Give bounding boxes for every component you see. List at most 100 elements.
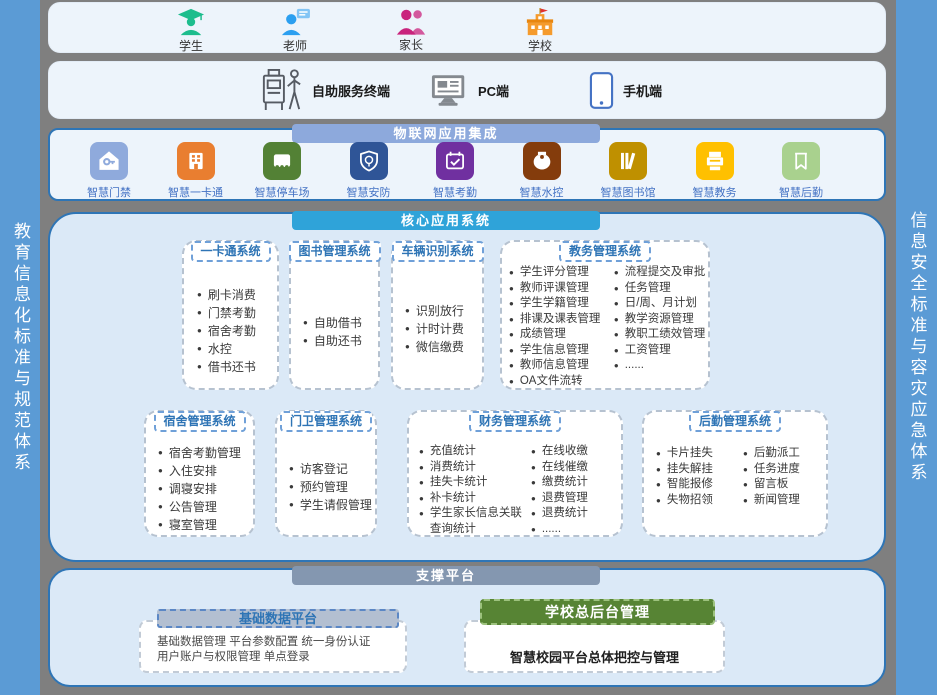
system-box-vehicle: 车辆识别系统 ●识别放行●计时计费●微信缴费: [391, 240, 484, 390]
base-data-platform-badge: 基础数据平台: [157, 609, 399, 628]
list-item: ●刷卡消费: [197, 286, 275, 304]
list-item: ●教职工绩效管理: [614, 327, 708, 343]
water-control-icon: [523, 142, 561, 180]
iot-item-edu-admin: 智慧教务: [678, 142, 752, 200]
list-item: ●学生请假管理: [289, 496, 373, 514]
system-title: 财务管理系统: [469, 411, 561, 432]
list-item: ●学生评分管理: [509, 265, 614, 281]
list-item: ●......: [531, 522, 621, 538]
iot-item-parking: 智慧停车场: [245, 142, 319, 200]
iot-panel: 物联网应用集成 智慧门禁: [48, 128, 886, 201]
list-item: ●任务管理: [614, 281, 708, 297]
door-access-icon: [90, 142, 128, 180]
smart-campus-architecture-diagram: 教育信息化标准与规范体系 信息安全标准与容灾应急体系 学生: [0, 0, 937, 695]
parking-icon: [263, 142, 301, 180]
library-icon: [609, 142, 647, 180]
list-item: ●学生信息管理: [509, 343, 614, 359]
logistics-icon: [782, 142, 820, 180]
user-role-student: 学生: [159, 8, 223, 54]
list-item: ●微信缴费: [405, 338, 480, 356]
list-item: ●留言板: [743, 477, 826, 493]
list-item: ●在线催缴: [531, 460, 621, 476]
system-item-list: ●流程提交及审批●任务管理●日/周、月计划●教学资源管理●教职工绩效管理●工资管…: [614, 265, 708, 389]
list-item: ●补卡统计: [419, 491, 531, 507]
list-item: ●访客登记: [289, 460, 373, 478]
system-box-finance: 财务管理系统 ●充值统计●消费统计●挂失卡统计●补卡统计●学生家长信息关联查询统…: [407, 410, 623, 537]
terminal-label: PC端: [478, 81, 509, 100]
system-box-onecard: 一卡通系统 ●刷卡消费●门禁考勤●宿舍考勤●水控●借书还书: [182, 240, 279, 390]
system-title: 车辆识别系统: [391, 241, 483, 262]
list-item: ●自助借书: [303, 314, 376, 332]
attendance-icon: [436, 142, 474, 180]
edu-admin-icon: [696, 142, 734, 180]
list-item: ●宿舍考勤管理: [158, 444, 251, 462]
security-icon: [350, 142, 388, 180]
iot-item-label: 智慧门禁: [87, 184, 131, 200]
list-item: ●充值统计: [419, 444, 531, 460]
system-box-library: 图书管理系统 ●自助借书●自助还书: [289, 240, 380, 390]
system-title: 一卡通系统: [190, 241, 270, 262]
iot-item-door-access: 智慧门禁: [72, 142, 146, 200]
list-item: ●成绩管理: [509, 327, 614, 343]
list-item: ●挂失解挂: [656, 462, 743, 478]
list-item: ●挂失卡统计: [419, 475, 531, 491]
list-item: ●新闻管理: [743, 493, 826, 509]
list-item: ●工资管理: [614, 343, 708, 359]
terminals-panel: 自助服务终端 PC端: [48, 61, 886, 119]
terminal-kiosk: 自助服务终端: [261, 62, 390, 118]
iot-item-logistics: 智慧后勤: [764, 142, 838, 200]
teacher-icon: [279, 8, 311, 36]
list-item: ●消费统计: [419, 460, 531, 476]
iot-item-label: 智慧考勤: [433, 184, 477, 200]
right-pillar: 信息安全标准与容灾应急体系: [896, 0, 937, 695]
list-item: ●退费统计: [531, 506, 621, 522]
user-role-label: 老师: [283, 37, 307, 54]
user-role-label: 学校: [528, 37, 552, 54]
list-item: ●公告管理: [158, 498, 251, 516]
list-item: ●水控: [197, 340, 275, 358]
school-backoffice-badge: 学校总后台管理: [480, 599, 715, 625]
terminal-label: 自助服务终端: [312, 81, 390, 100]
iot-item-onecard: 智慧一卡通: [159, 142, 233, 200]
system-item-list: ●后勤派工●任务进度●留言板●新闻管理: [743, 446, 826, 508]
list-item: ●缴费统计: [531, 475, 621, 491]
iot-item-water-control: 智慧水控: [505, 142, 579, 200]
user-role-teacher: 老师: [263, 8, 327, 54]
core-header: 核心应用系统: [292, 211, 600, 230]
system-box-gate: 门卫管理系统 ●访客登记●预约管理●学生请假管理: [275, 410, 377, 537]
list-item: ●退费管理: [531, 491, 621, 507]
user-role-parent: 家长: [379, 8, 443, 53]
list-item: ●后勤派工: [743, 446, 826, 462]
list-item: ●智能报修: [656, 477, 743, 493]
iot-item-label: 智慧停车场: [255, 184, 310, 200]
base-platform-line: 用户账户与权限管理 单点登录: [157, 650, 405, 665]
list-item: ●教学资源管理: [614, 312, 708, 328]
list-item: ●在线收缴: [531, 444, 621, 460]
support-platform-section: 支撑平台 基础数据平台 基础数据管理 平台参数配置 统一身份认证 用户账户与权限…: [48, 568, 886, 687]
pc-icon: [431, 74, 469, 107]
left-pillar: 教育信息化标准与规范体系: [0, 0, 40, 695]
system-title: 门卫管理系统: [280, 411, 372, 432]
system-title: 图书管理系统: [288, 241, 380, 262]
iot-header: 物联网应用集成: [292, 124, 600, 143]
system-item-list: ●学生评分管理●教师评课管理●学生学籍管理●排课及课表管理●成绩管理●学生信息管…: [509, 265, 614, 389]
iot-item-label: 智慧教务: [693, 184, 737, 200]
kiosk-icon: [261, 67, 303, 113]
list-item: ●自助还书: [303, 332, 376, 350]
list-item: ●排课及课表管理: [509, 312, 614, 328]
iot-item-label: 智慧安防: [347, 184, 391, 200]
student-icon: [176, 8, 206, 36]
system-box-edu-admin: 教务管理系统 ●学生评分管理●教师评课管理●学生学籍管理●排课及课表管理●成绩管…: [500, 240, 710, 390]
parents-icon: [395, 8, 427, 35]
terminal-pc: PC端: [431, 62, 509, 118]
terminal-mobile: 手机端: [589, 62, 662, 118]
list-item: ●......: [614, 358, 708, 374]
user-role-school: 学校: [508, 8, 572, 54]
user-role-label: 学生: [179, 37, 203, 54]
list-item: ●寝室管理: [158, 516, 251, 534]
base-platform-line: 基础数据管理 平台参数配置 统一身份认证: [157, 635, 405, 650]
user-roles-panel: 学生 老师: [48, 2, 886, 53]
list-item: ●失物招领: [656, 493, 743, 509]
list-item: ●计时计费: [405, 320, 480, 338]
right-pillar-label: 信息安全标准与容灾应急体系: [897, 211, 937, 484]
